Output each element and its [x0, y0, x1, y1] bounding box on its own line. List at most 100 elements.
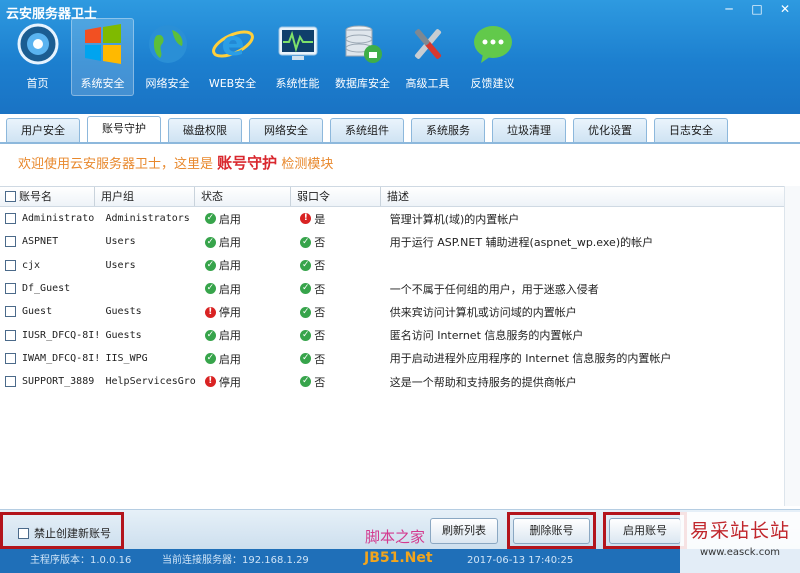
close-icon[interactable]: ✕: [778, 2, 792, 16]
minimize-icon[interactable]: ─: [722, 2, 736, 16]
table-row[interactable]: ASPNET Users ✓ 启用 ✓ 否 用于运行 ASP.NET 辅助进程(aspnet…: [0, 230, 800, 253]
ie-icon: e: [210, 21, 256, 67]
row-checkbox[interactable]: [5, 283, 16, 295]
home-icon: [15, 21, 61, 67]
table-header: 账号名 用户组 状态 弱口令 描述: [0, 186, 800, 207]
cell-description: 供来宾访问计算机或访问域的内置帐户: [389, 305, 577, 319]
welcome-suffix: 检测模块: [281, 157, 334, 172]
table-row[interactable]: cjx Users ✓ 启用 ✓ 否: [0, 254, 800, 277]
cell-description: 用于启动进程外应用程序的 Internet 信息服务的内置帐户: [389, 352, 672, 366]
cell-account-name: SUPPORT_3889: [22, 376, 95, 388]
cell-user-group: HelpServicesGro: [105, 376, 196, 388]
nav-item-system-security[interactable]: 系统安全: [71, 18, 134, 96]
select-all-checkbox[interactable]: [5, 191, 16, 202]
check-icon: ✓: [300, 236, 312, 248]
cell-user-group: Guests: [105, 306, 142, 318]
cell-account-name: Df_Guest: [22, 283, 71, 295]
welcome-module-name: 账号守护: [217, 154, 278, 172]
accounts-table: 账号名 用户组 状态 弱口令 描述 Administrato Administra…: [0, 186, 800, 506]
easck-title: 易采站长站: [689, 520, 790, 542]
cell-description: 管理计算机(域)的内置帐户: [389, 212, 520, 226]
maximize-icon[interactable]: □: [750, 2, 764, 16]
table-row[interactable]: Df_Guest ✓ 启用 ✓ 否 一个不属于任何组的用户，用于迷惑入侵者: [0, 277, 800, 300]
nav-item-network-security[interactable]: 网络安全: [136, 18, 199, 96]
refresh-list-button[interactable]: 刷新列表: [430, 518, 498, 544]
row-checkbox[interactable]: [5, 213, 16, 225]
cell-status: ! 停用: [199, 373, 294, 390]
cell-status: ✓ 启用: [204, 329, 241, 343]
database-icon: [340, 21, 386, 67]
table-body: Administrato Administrators ✓ 启用 ! 是管理计算机(域)的…: [0, 207, 800, 393]
disable-new-account-option[interactable]: 禁止创建新账号: [18, 525, 111, 541]
table-row[interactable]: Administrato Administrators ✓ 启用 ! 是管理计算机(域)的…: [0, 207, 800, 230]
cell-user-group: IIS_WPG: [105, 352, 148, 364]
check-icon: ✓: [300, 306, 312, 318]
cell-weak-password: ✓ 否: [300, 282, 326, 296]
header-status[interactable]: 状态: [195, 187, 291, 206]
jb51-watermark-cn: 脚本之家: [365, 528, 426, 546]
check-icon: ✓: [204, 236, 216, 248]
check-icon: ✓: [204, 213, 216, 225]
tab-account-guard[interactable]: 账号守护: [87, 116, 161, 142]
row-checkbox[interactable]: [5, 352, 16, 364]
cell-account-name: IUSR_DFCQ-8I!: [22, 329, 100, 341]
check-icon: ✓: [300, 283, 312, 295]
vertical-scrollbar[interactable]: [784, 186, 800, 506]
nav-item-web-security[interactable]: e WEB安全: [201, 18, 264, 96]
tab-disk-permission[interactable]: 磁盘权限: [168, 118, 242, 142]
cell-status: ✓ 启用: [204, 212, 241, 226]
cell-account-name: ASPNET: [22, 236, 59, 248]
main-nav: 首页 系统安全 网络安全 e WEB安全 系统性能 数据库安全 高级工具 反馈建…: [6, 18, 526, 98]
table-row[interactable]: Guest Guests ! 停用 ✓ 否 供来宾访问计算机或访问域的内置帐户: [0, 300, 800, 323]
nav-item-advanced-tools[interactable]: 高级工具: [396, 18, 459, 96]
cell-description: 用于运行 ASP.NET 辅助进程(aspnet_wp.exe)的帐户: [389, 235, 654, 249]
header-weak-password[interactable]: 弱口令: [291, 187, 381, 206]
tab-log-security[interactable]: 日志安全: [654, 118, 728, 142]
enable-account-button[interactable]: 启用账号: [609, 518, 681, 544]
tab-optimize-settings[interactable]: 优化设置: [573, 118, 647, 142]
cell-status: ✓ 启用: [204, 282, 241, 296]
monitor-icon: [275, 21, 321, 67]
tab-junk-cleanup[interactable]: 垃圾清理: [492, 118, 566, 142]
cell-weak-password: ✓ 否: [300, 329, 326, 343]
tab-user-security[interactable]: 用户安全: [6, 118, 80, 142]
row-checkbox[interactable]: [5, 306, 16, 318]
cell-status: ✓ 启用: [204, 352, 241, 366]
cell-user-group: Administrators: [105, 213, 190, 225]
delete-account-button[interactable]: 删除账号: [513, 518, 590, 544]
nav-item-home[interactable]: 首页: [6, 18, 69, 96]
cell-weak-password: ✓ 否: [300, 236, 326, 250]
cell-account-name: IWAM_DFCQ-8I!: [22, 352, 100, 364]
easck-url: www.easck.com: [699, 547, 781, 558]
table-row[interactable]: SUPPORT_3889 HelpServicesGro! 停用 ✓ 否 这是一个帮助和支…: [0, 370, 800, 393]
row-checkbox[interactable]: [5, 329, 16, 341]
disable-new-account-checkbox[interactable]: [18, 527, 29, 539]
check-icon: ✓: [300, 259, 312, 271]
check-icon: ✓: [204, 259, 216, 271]
easck-watermark: 易采站长站 www.easck.com: [680, 512, 800, 573]
cell-user-group: Users: [105, 236, 136, 248]
tab-system-components[interactable]: 系统组件: [330, 118, 404, 142]
table-row[interactable]: IWAM_DFCQ-8I! IIS_WPG ✓ 启用 ✓ 否 用于启动进程外应用程序的 In…: [0, 347, 800, 370]
row-checkbox[interactable]: [5, 236, 16, 248]
check-icon: ✓: [300, 376, 312, 388]
table-row[interactable]: IUSR_DFCQ-8I! Guests ✓ 启用 ✓ 否 匿名访问 Internet 信息…: [0, 323, 800, 346]
row-checkbox[interactable]: [5, 259, 16, 271]
window-controls: ─ □ ✕: [722, 2, 792, 16]
tab-network-security[interactable]: 网络安全: [249, 118, 323, 142]
top-banner: 云安服务器卫士 ─ □ ✕ 首页 系统安全 网络安全 e WEB安全 系统性能 …: [0, 0, 800, 114]
nav-item-database-security[interactable]: 数据库安全: [331, 18, 394, 96]
nav-item-system-performance[interactable]: 系统性能: [266, 18, 329, 96]
nav-item-feedback[interactable]: 反馈建议: [461, 18, 524, 96]
cell-weak-password: ✓ 否: [300, 306, 326, 320]
chat-icon: [470, 21, 516, 67]
header-description[interactable]: 描述: [381, 187, 800, 206]
sub-tabs: 用户安全 账号守护 磁盘权限 网络安全 系统组件 系统服务 垃圾清理 优化设置 …: [6, 116, 735, 142]
cell-description: 一个不属于任何组的用户，用于迷惑入侵者: [389, 282, 599, 296]
header-name[interactable]: 账号名: [0, 187, 95, 206]
welcome-prefix: 欢迎使用云安服务器卫士，这里是: [18, 157, 214, 172]
check-icon: ✓: [300, 329, 312, 341]
header-group[interactable]: 用户组: [95, 187, 195, 206]
row-checkbox[interactable]: [5, 376, 16, 388]
tab-system-services[interactable]: 系统服务: [411, 118, 485, 142]
